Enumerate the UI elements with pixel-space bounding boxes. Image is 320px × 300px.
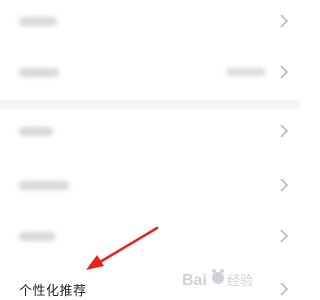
chevron-right-icon — [280, 124, 289, 138]
svg-text:经验: 经验 — [227, 273, 253, 289]
personalized-recommendation-label: 个性化推荐 — [19, 283, 87, 299]
chevron-right-icon — [280, 229, 289, 243]
settings-row-4[interactable] — [0, 160, 300, 210]
settings-row-2[interactable] — [0, 47, 300, 97]
settings-row-1-label — [19, 16, 57, 26]
chevron-right-icon — [280, 178, 289, 192]
settings-row-3-label — [19, 126, 53, 136]
chevron-right-icon — [280, 14, 289, 28]
settings-screen: 个性化推荐 Bai 经验 — [0, 0, 300, 300]
settings-row-2-label — [19, 67, 59, 77]
settings-row-4-label — [19, 180, 69, 190]
settings-row-1[interactable] — [0, 0, 300, 46]
settings-row-5-label — [19, 231, 55, 241]
settings-row-3[interactable] — [0, 106, 300, 156]
settings-row-2-value — [226, 68, 266, 76]
baidu-jingyan-watermark-icon: Bai 经验 — [182, 269, 253, 289]
chevron-right-icon — [280, 65, 289, 79]
settings-row-5[interactable] — [0, 211, 300, 261]
svg-text:Bai: Bai — [182, 272, 207, 289]
